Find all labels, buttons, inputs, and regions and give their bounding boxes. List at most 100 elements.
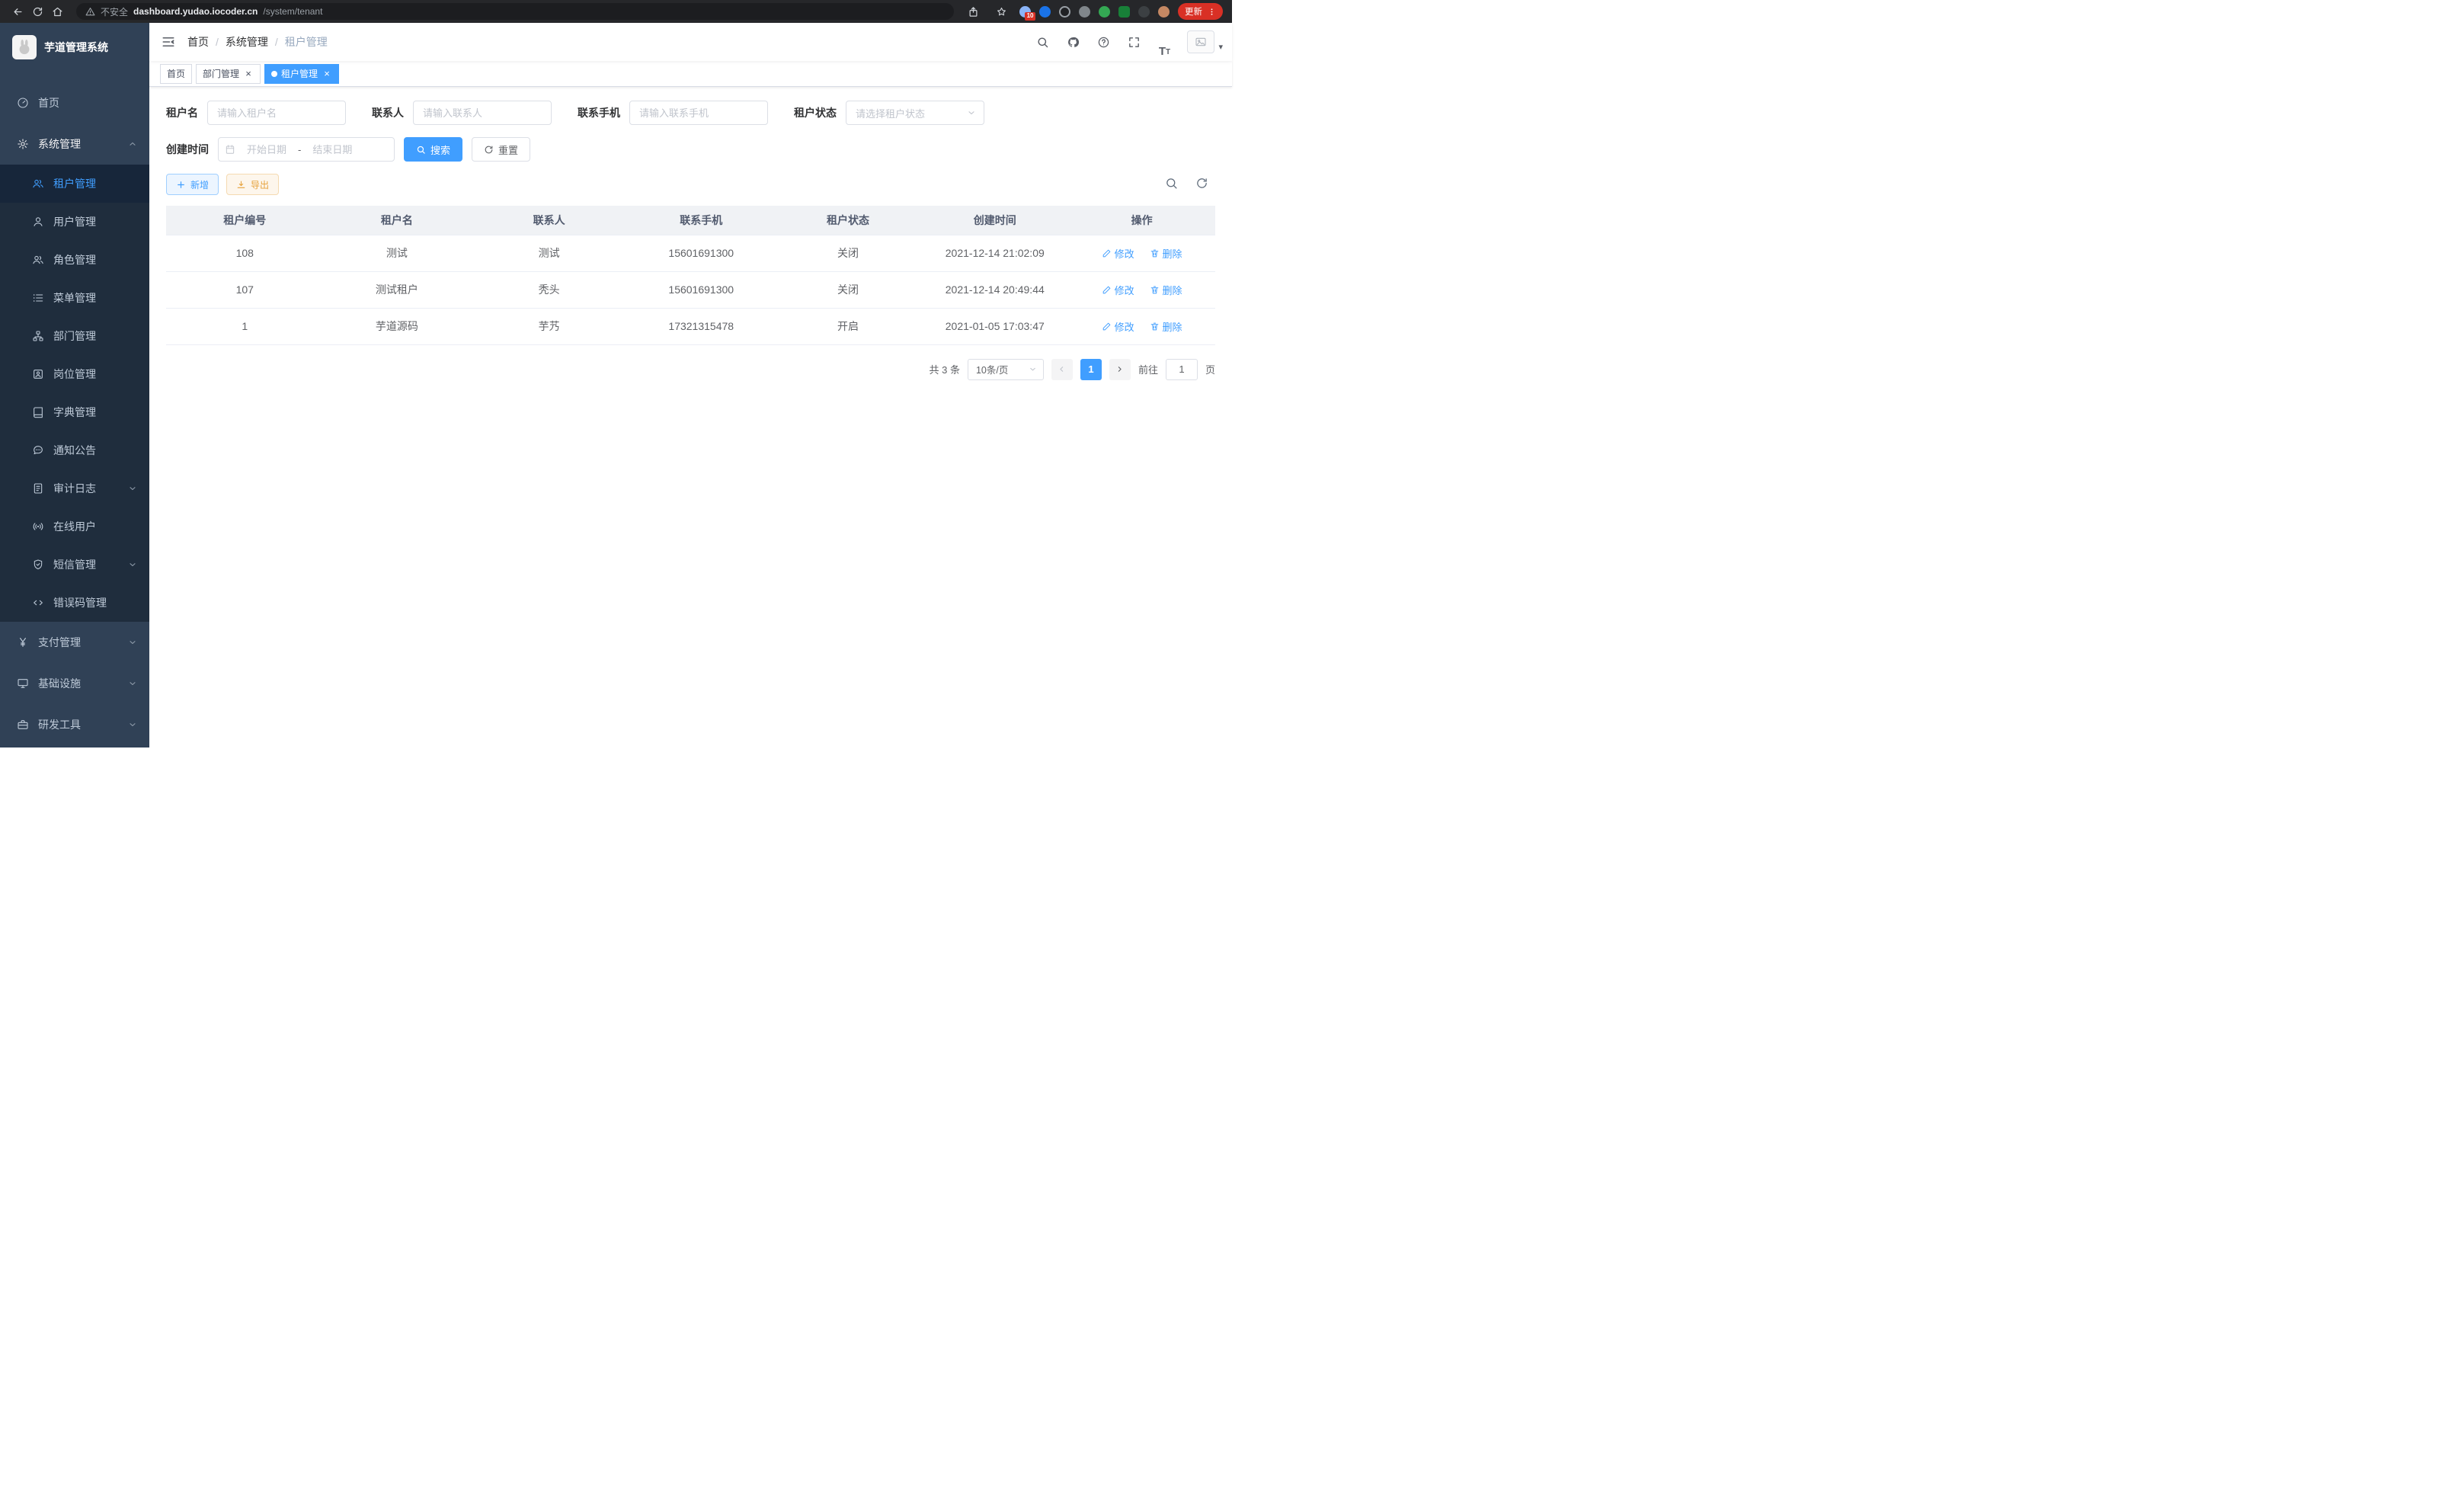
fullscreen-icon[interactable] — [1120, 27, 1147, 57]
close-icon[interactable]: × — [322, 69, 332, 79]
close-icon[interactable]: × — [243, 69, 254, 79]
next-page-button[interactable] — [1109, 359, 1131, 380]
sidebar-item-dept[interactable]: 部门管理 — [0, 317, 149, 355]
code-icon — [32, 597, 44, 609]
sidebar-item-menu[interactable]: 菜单管理 — [0, 279, 149, 317]
edit-link[interactable]: 修改 — [1102, 283, 1134, 297]
delete-link[interactable]: 删除 — [1150, 319, 1182, 334]
sidebar-item-devtools[interactable]: 研发工具 — [0, 704, 149, 745]
github-icon[interactable] — [1059, 27, 1086, 57]
sidebar-item-label: 系统管理 — [38, 136, 128, 152]
home-button[interactable] — [47, 2, 67, 21]
navbar-actions: TT ▾ — [1029, 27, 1232, 57]
sidebar-item-role[interactable]: 角色管理 — [0, 241, 149, 279]
status-select[interactable]: 请选择租户状态 — [846, 101, 984, 125]
extension-icon[interactable] — [1039, 6, 1051, 18]
pagination: 共 3 条 10条/页 1 前往 页 — [166, 359, 1215, 380]
search-icon[interactable] — [1029, 27, 1056, 57]
mobile-input[interactable] — [629, 101, 768, 125]
sidebar-item-post[interactable]: 岗位管理 — [0, 355, 149, 393]
back-button[interactable] — [8, 2, 27, 21]
url-bar[interactable]: 不安全 dashboard.yudao.iocoder.cn/system/te… — [76, 3, 954, 20]
extension-badge: 10 — [1025, 12, 1035, 21]
date-range-picker[interactable]: - — [218, 137, 395, 162]
tag-home[interactable]: 首页 — [160, 64, 192, 84]
prev-page-button[interactable] — [1051, 359, 1073, 380]
toggle-search-button[interactable] — [1165, 177, 1180, 192]
reset-button[interactable]: 重置 — [472, 137, 530, 162]
delete-link[interactable]: 删除 — [1150, 246, 1182, 261]
tenant-name-input[interactable] — [207, 101, 346, 125]
start-date-input[interactable] — [238, 144, 295, 155]
cell-contact: 秃头 — [470, 271, 628, 308]
refresh-button[interactable] — [1195, 177, 1211, 192]
extension-icon[interactable] — [1099, 6, 1110, 18]
cell-mobile: 15601691300 — [628, 235, 775, 271]
bookmark-star-icon[interactable] — [991, 2, 1011, 21]
edit-link[interactable]: 修改 — [1102, 246, 1134, 261]
page-size-select[interactable]: 10条/页 — [968, 359, 1044, 380]
reload-button[interactable] — [27, 2, 47, 21]
tenant-table: 租户编号 租户名 联系人 联系手机 租户状态 创建时间 操作 108 测试 — [166, 206, 1215, 345]
extension-icon[interactable] — [1118, 6, 1130, 18]
sidebar-item-payment[interactable]: 支付管理 — [0, 622, 149, 663]
extension-icon[interactable] — [1059, 6, 1070, 18]
sidebar-item-infra[interactable]: 基础设施 — [0, 663, 149, 704]
sidebar-item-sms[interactable]: 短信管理 — [0, 546, 149, 584]
select-placeholder: 请选择租户状态 — [856, 106, 967, 120]
sidebar-item-home[interactable]: 首页 — [0, 82, 149, 123]
filter-mobile: 联系手机 — [578, 101, 768, 125]
main-area: 首页 / 系统管理 / 租户管理 — [149, 23, 1232, 748]
broadcast-icon — [32, 520, 44, 533]
app-logo[interactable]: 芋道管理系统 — [0, 23, 149, 72]
tag-tenant[interactable]: 租户管理 × — [264, 64, 339, 84]
sidebar-collapse-icon[interactable] — [149, 23, 187, 61]
sidebar-item-audit-log[interactable]: 审计日志 — [0, 469, 149, 507]
sidebar-item-label: 首页 — [38, 95, 137, 110]
cell-name: 芋道源码 — [324, 308, 471, 344]
extension-icon[interactable] — [1079, 6, 1090, 18]
list-icon — [32, 292, 44, 304]
tag-label: 首页 — [167, 67, 185, 80]
range-separator: - — [298, 144, 301, 155]
sidebar: 芋道管理系统 首页 系统管理 租户管理 — [0, 23, 149, 748]
profile-avatar[interactable] — [1158, 6, 1170, 18]
user-avatar-menu[interactable]: ▾ — [1187, 30, 1223, 53]
sidebar-item-tenant[interactable]: 租户管理 — [0, 165, 149, 203]
extension-icon[interactable] — [1138, 6, 1150, 18]
breadcrumb-system[interactable]: 系统管理 — [226, 34, 268, 50]
goto-page-input[interactable] — [1166, 359, 1198, 380]
system-submenu: 租户管理 用户管理 角色管理 菜单管理 — [0, 165, 149, 622]
export-button[interactable]: 导出 — [226, 174, 279, 195]
contact-input[interactable] — [413, 101, 552, 125]
goto-label: 前往 — [1138, 362, 1158, 376]
sidebar-item-user[interactable]: 用户管理 — [0, 203, 149, 241]
end-date-input[interactable] — [304, 144, 360, 155]
sidebar-item-errcode[interactable]: 错误码管理 — [0, 584, 149, 622]
share-icon[interactable] — [963, 2, 983, 21]
font-size-icon[interactable]: TT — [1150, 27, 1178, 57]
toolbox-icon — [17, 719, 29, 731]
sidebar-item-online-user[interactable]: 在线用户 — [0, 507, 149, 546]
breadcrumb-home[interactable]: 首页 — [187, 34, 209, 50]
chrome-update-button[interactable]: 更新 — [1178, 3, 1223, 20]
delete-link[interactable]: 删除 — [1150, 283, 1182, 297]
page-number-1[interactable]: 1 — [1080, 359, 1102, 380]
extension-icon[interactable]: 10 — [1019, 6, 1031, 18]
sidebar-item-system[interactable]: 系统管理 — [0, 123, 149, 165]
sidebar-item-dict[interactable]: 字典管理 — [0, 393, 149, 431]
sidebar-item-label: 支付管理 — [38, 635, 128, 650]
chevron-down-icon — [128, 560, 137, 569]
yen-icon — [17, 636, 29, 648]
add-button[interactable]: 新增 — [166, 174, 219, 195]
sidebar-item-notice[interactable]: 通知公告 — [0, 431, 149, 469]
edit-icon — [1102, 248, 1112, 258]
help-icon[interactable] — [1090, 27, 1117, 57]
filter-status: 租户状态 请选择租户状态 — [794, 101, 984, 125]
tag-dept[interactable]: 部门管理 × — [196, 64, 261, 84]
book-icon — [32, 406, 44, 418]
edit-link[interactable]: 修改 — [1102, 319, 1134, 334]
chevron-left-icon — [1058, 365, 1066, 373]
field-label: 创建时间 — [166, 142, 209, 157]
search-button[interactable]: 搜索 — [404, 137, 462, 162]
